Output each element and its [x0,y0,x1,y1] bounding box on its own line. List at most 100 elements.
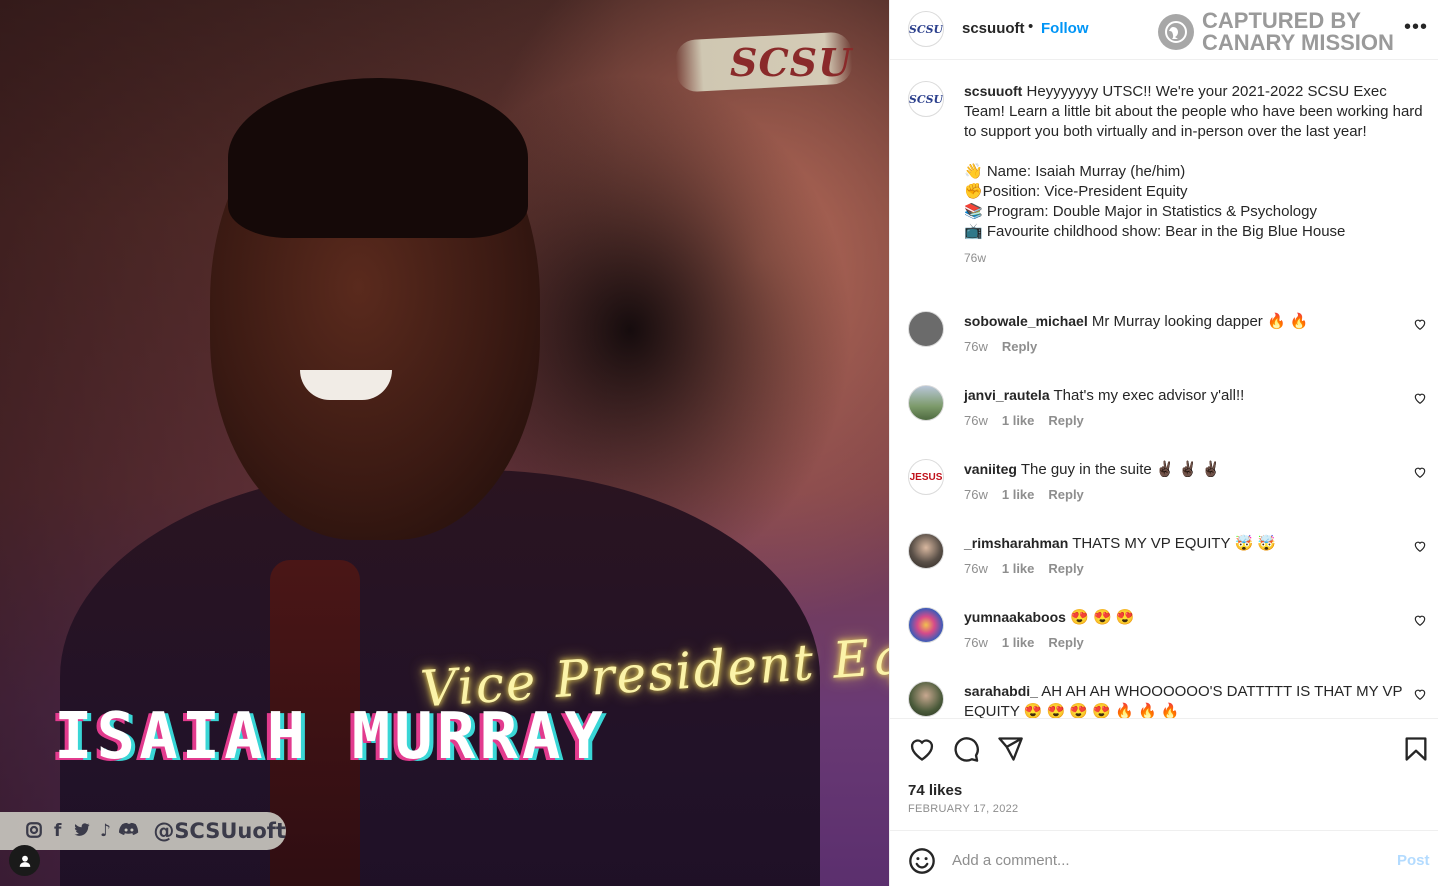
comment-text: The guy in the suite ✌🏿 ✌🏿 ✌🏿 [1020,461,1221,478]
comment-reply-button[interactable]: Reply [1002,339,1037,354]
instagram-icon [24,821,44,841]
comment-item: JESUS vaniiteg The guy in the suite ✌🏿 ✌… [908,459,1433,519]
watermark-line-2: CANARY MISSION [1202,30,1394,55]
watermark-line-1: CAPTURED BY [1202,8,1361,33]
comment-like-heart-icon[interactable] [1413,317,1427,331]
comment-likes[interactable]: 1 like [1002,635,1035,650]
comment-username[interactable]: sarahabdi_ [964,683,1038,699]
canary-bird-icon [1158,14,1194,50]
social-handle-bar: f ♪ @SCSUuoft [0,812,286,850]
comment-item: sarahabdi_ AH AH AH WHOOOOOO'S DATTTTT I… [908,681,1433,718]
caption-body: scsuuoft Heyyyyyyy UTSC!! We're your 202… [964,81,1424,268]
share-send-icon[interactable] [996,735,1024,763]
watermark-text-block: CAPTURED BY CANARY MISSION [1202,10,1394,54]
comment-time: 76w [964,413,988,428]
comment-like-heart-icon[interactable] [1413,687,1427,701]
caption-line-program: 📚 Program: Double Major in Statistics & … [964,203,1317,220]
comment-meta: 76w 1 like Reply [964,561,1084,576]
post-comment-button[interactable]: Post [1397,852,1430,869]
avatar-text: JESUS [909,471,943,483]
emoji-smiley-icon[interactable] [908,847,936,875]
comment-like-heart-icon[interactable] [1413,465,1427,479]
tiktok-icon: ♪ [99,821,111,841]
post-header: SCSU scsuuoft • Follow CAPTURED BY CANAR… [890,0,1438,60]
caption-time: 76w [964,251,987,265]
twitter-icon [72,821,92,841]
comment-username[interactable]: vaniiteg [964,461,1017,477]
comment-time: 76w [964,487,988,502]
comment-text: That's my exec advisor y'all!! [1053,387,1245,404]
comment-body: sarahabdi_ AH AH AH WHOOOOOO'S DATTTTT I… [964,681,1404,718]
comment-avatar[interactable] [908,385,944,421]
comment-reply-button[interactable]: Reply [1048,561,1083,576]
post-actions: 74 likes FEBRUARY 17, 2022 [890,718,1438,830]
comment-body: yumnaakaboos 😍 😍 😍 [964,607,1404,628]
comment-bubble-icon[interactable] [952,735,980,763]
comment-item: sobowale_michael Mr Murray looking dappe… [908,311,1433,371]
save-bookmark-icon[interactable] [1402,735,1430,763]
comment-item: janvi_rautela That's my exec advisor y'a… [908,385,1433,445]
caption-avatar[interactable]: SCSU [908,81,944,117]
follow-button[interactable]: Follow [1041,20,1089,37]
comment-time: 76w [964,561,988,576]
comment-body: janvi_rautela That's my exec advisor y'a… [964,385,1404,406]
comment-time: 76w [964,339,988,354]
comment-username[interactable]: janvi_rautela [964,387,1050,403]
comment-likes[interactable]: 1 like [1002,413,1035,428]
comment-likes[interactable]: 1 like [1002,561,1035,576]
comment-avatar[interactable] [908,533,944,569]
post-details-panel: SCSU scsuuoft • Follow CAPTURED BY CANAR… [889,0,1438,886]
comment-text: 😍 😍 😍 [1070,609,1135,626]
comment-reply-button[interactable]: Reply [1048,635,1083,650]
person-hair [228,78,528,238]
comment-like-heart-icon[interactable] [1413,613,1427,627]
post-image[interactable]: SCSU Vice President Equity ISAIAH MURRAY… [0,0,889,886]
caption-line-name: 👋 Name: Isaiah Murray (he/him) [964,163,1186,180]
comment-meta: 76w 1 like Reply [964,635,1084,650]
comments-scroll-area[interactable]: SCSU scsuuoft Heyyyyyyy UTSC!! We're you… [890,61,1438,718]
comment-avatar[interactable] [908,681,944,717]
more-options-icon[interactable]: ••• [1404,16,1428,39]
caption-line-show: 📺 Favourite childhood show: Bear in the … [964,223,1346,240]
comment-username[interactable]: _rimsharahman [964,535,1068,551]
comment-body: vaniiteg The guy in the suite ✌🏿 ✌🏿 ✌🏿 [964,459,1404,480]
profile-avatar[interactable]: SCSU [908,11,944,47]
comment-avatar[interactable] [908,311,944,347]
like-heart-icon[interactable] [908,735,936,763]
comment-avatar[interactable]: JESUS [908,459,944,495]
comment-username[interactable]: yumnaakaboos [964,609,1066,625]
caption-text: Heyyyyyyy UTSC!! We're your 2021-2022 SC… [964,83,1423,140]
comment-like-heart-icon[interactable] [1413,391,1427,405]
caption-username[interactable]: scsuuoft [964,83,1022,99]
tagged-users-button[interactable] [9,845,40,876]
comment-body: _rimsharahman THATS MY VP EQUITY 🤯 🤯 [964,533,1404,554]
comment-text: THATS MY VP EQUITY 🤯 🤯 [1072,535,1276,552]
comment-time: 76w [964,635,988,650]
comment-avatar[interactable] [908,607,944,643]
header-username[interactable]: scsuuoft [962,20,1025,37]
caption-line-position: ✊Position: Vice-President Equity [964,183,1188,200]
comment-meta: 76w 1 like Reply [964,487,1084,502]
comment-username[interactable]: sobowale_michael [964,313,1088,329]
comment-reply-button[interactable]: Reply [1048,487,1083,502]
scsu-logo-text: SCSU [730,40,853,85]
likes-count[interactable]: 74 likes [908,782,962,799]
comment-body: sobowale_michael Mr Murray looking dappe… [964,311,1404,332]
discord-icon [119,821,139,841]
comment-likes[interactable]: 1 like [1002,487,1035,502]
comment-item: _rimsharahman THATS MY VP EQUITY 🤯 🤯 76w… [908,533,1433,593]
comment-item: yumnaakaboos 😍 😍 😍 76w 1 like Reply [908,607,1433,667]
comment-input[interactable] [952,849,1372,871]
comment-text: Mr Murray looking dapper 🔥 🔥 [1091,313,1309,330]
comment-reply-button[interactable]: Reply [1048,413,1083,428]
social-handle-text: @SCSUuoft [153,819,286,843]
user-icon [19,855,30,867]
comment-meta: 76w 1 like Reply [964,413,1084,428]
avatar-logo-text: SCSU [908,22,944,36]
comment-like-heart-icon[interactable] [1413,539,1427,553]
post-date: FEBRUARY 17, 2022 [908,803,1019,815]
header-separator: • [1028,18,1034,35]
person-name-text: ISAIAH MURRAY [54,700,607,774]
add-comment-bar: Post [890,830,1438,886]
comment-meta: 76w Reply [964,339,1037,354]
